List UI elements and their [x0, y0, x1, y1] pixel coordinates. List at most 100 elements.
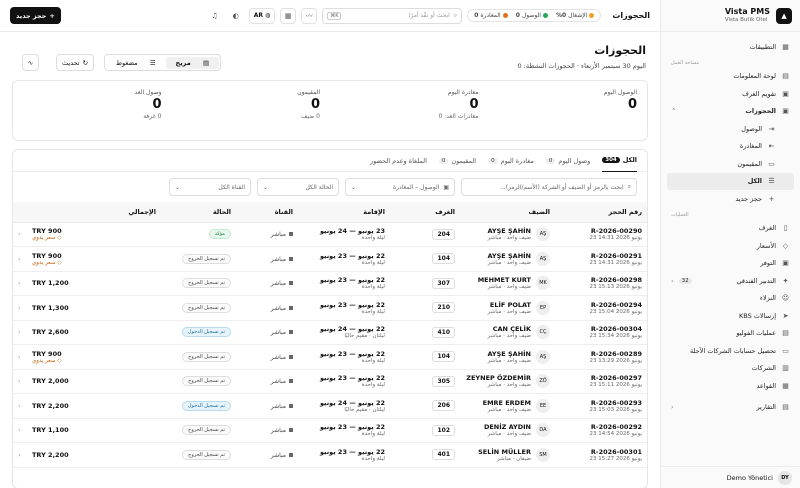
row-chevron-icon[interactable]: ‹ — [13, 271, 27, 296]
sidebar-item-departures[interactable]: ⇤ المغادرة — [667, 138, 794, 156]
col-rooms[interactable]: الغرف — [390, 202, 460, 223]
view-compact-button[interactable]: ☰ مضغوط — [106, 57, 166, 69]
cell-room: 305 — [390, 369, 460, 394]
sidebar-item-rates[interactable]: ◇ الأسعار — [667, 237, 794, 255]
row-chevron-icon[interactable]: ‹ — [13, 418, 27, 443]
col-channel[interactable]: القناة — [236, 202, 298, 223]
sidebar-item-guests[interactable]: ☺ النزلاء — [667, 290, 794, 308]
table-row[interactable]: R-2026-00301 23 يونيو 2026 15:27 SM SELİN … — [13, 442, 647, 468]
channel-square-icon — [289, 379, 293, 384]
table-row[interactable]: R-2026-00291 23 يونيو 2026 14:31 AŞ AYŞE Ş… — [13, 246, 647, 272]
col-actions — [13, 202, 27, 223]
tab-departures-today[interactable]: مغادرة اليوم 0 — [488, 150, 534, 172]
row-chevron-icon[interactable]: ‹ — [13, 442, 27, 468]
table-row[interactable]: R-2026-00294 23 يونيو 2026 15:04 EP ELİF P… — [13, 295, 647, 321]
globe-icon: ◍ — [264, 12, 271, 19]
apps-button[interactable]: ▦ — [280, 7, 297, 24]
sidebar-item-availability[interactable]: ▣ التوفر — [667, 255, 794, 273]
row-chevron-icon[interactable]: ‹ — [13, 295, 27, 321]
sidebar-item-reservations[interactable]: ▣ الحجوزات ⌃ — [667, 103, 794, 121]
col-stay[interactable]: الإقامة — [298, 202, 390, 223]
cell-guest: EE EMRE ERDEM ضيف واحد · مباشر — [460, 393, 555, 419]
theme-button[interactable]: ◐ — [228, 8, 244, 24]
sidebar-item-arrivals[interactable]: ⇥ الوصول — [667, 120, 794, 138]
sidebar-item-apps[interactable]: ▦ التطبيقات — [667, 38, 794, 56]
refresh-button[interactable]: ↻ تحديث — [56, 54, 95, 71]
main-content: الحجوزات اليوم 30 سبتمبر الأربعاء · الحج… — [0, 32, 660, 488]
table-row[interactable]: R-2026-00290 23 يونيو 2026 14:31 AŞ AYŞE Ş… — [13, 222, 647, 247]
reservation-search-input[interactable]: ⌕ ابحث بالرمز أو الضيف أو الشركة (الأسم/ا… — [461, 178, 637, 196]
user-menu[interactable]: DY Demo Yönetici — [660, 466, 800, 488]
col-guest[interactable]: الضيف — [460, 202, 555, 223]
search-input[interactable]: ابحث أو نفّذ أمرًا — [345, 12, 450, 19]
rules-icon: ▦ — [782, 381, 789, 390]
table-row[interactable]: R-2026-00293 23 يونيو 2026 15:03 EE EMRE E… — [13, 393, 647, 419]
calendar-icon: ▣ — [443, 183, 449, 191]
search-icon: ⌕ — [453, 11, 458, 19]
brand-name: Vista PMS — [724, 7, 770, 17]
col-status[interactable]: الحالة — [161, 202, 236, 223]
col-code[interactable]: رقم الحجز — [555, 202, 647, 223]
guest-avatar: DA — [536, 423, 550, 438]
sidebar-item-rules[interactable]: ▦ القواعد — [667, 377, 794, 395]
status-filter[interactable]: الحالة الكل ⌄ — [257, 178, 339, 196]
cell-guest: DA DENİZ AYDIN ضيف واحد · مباشر — [460, 418, 555, 443]
row-chevron-icon[interactable]: ‹ — [13, 344, 27, 370]
table-row[interactable]: R-2026-00292 23 يونيو 2026 14:54 DA DENİZ … — [13, 418, 647, 443]
sidebar-item-in-house[interactable]: ▭ المقيمون — [667, 155, 794, 173]
channel-square-icon — [289, 281, 293, 286]
palette-icon: ◐ — [232, 11, 239, 20]
date-range-filter[interactable]: ▣ الوصول – المغادرة ⌄ — [345, 178, 455, 196]
sidebar-item-ar-collection[interactable]: ▭ تحصيل حسابات الشركات الآجلة — [667, 342, 794, 360]
cell-stay: 22 يونيو — 23 يونيو ليلة واحدة — [298, 344, 390, 370]
activity-button[interactable]: ∿ — [22, 54, 39, 71]
sidebar-item-dashboard[interactable]: ▤ لوحة المعلومات — [667, 68, 794, 86]
page-title: الحجوزات — [594, 44, 646, 57]
sidebar-item-folio[interactable]: ▤ عمليات الفوليو — [667, 325, 794, 343]
chevron-up-icon: ⌃ — [671, 107, 677, 116]
col-total[interactable]: الإجمالي — [27, 202, 161, 223]
stat-occupancy: الإشغال 0% — [556, 12, 595, 19]
sidebar-item-room-calendar[interactable]: ▣ تقويم الغرف — [667, 85, 794, 103]
guest-avatar: AŞ — [536, 227, 550, 242]
cell-guest: AŞ AYŞE ŞAHİN ضيف واحد · مباشر — [460, 344, 555, 370]
channel-filter[interactable]: القناة الكل ⌄ — [169, 178, 251, 196]
sidebar-item-rooms[interactable]: ▯ الغرف — [667, 220, 794, 238]
row-chevron-icon[interactable]: ‹ — [13, 393, 27, 419]
sidebar-item-new-booking[interactable]: + حجز جديد — [667, 190, 794, 208]
table-row[interactable]: R-2026-00289 23 يونيو 2026 13:29 AŞ AYŞE Ş… — [13, 344, 647, 370]
tab-cancelled-noshow[interactable]: الملغاة وعدم الحضور — [370, 150, 427, 172]
view-wide-button[interactable]: ▤ مريح — [165, 56, 220, 69]
sidebar-item-kbs[interactable]: ➤ إرسالات KBS — [667, 307, 794, 325]
language-switch[interactable]: ◍ AR — [248, 7, 276, 24]
command-search[interactable]: ⌕ ابحث أو نفّذ أمرًا ⌘K — [322, 7, 463, 24]
chevron-down-icon: ⌄ — [263, 183, 269, 191]
plus-icon: + — [768, 194, 775, 203]
list-icon: ☰ — [768, 177, 775, 186]
notifications-button[interactable]: ♫ — [207, 8, 223, 24]
new-booking-button[interactable]: + حجز جديد — [10, 7, 61, 24]
cell-guest: MK MEHMET KURT ضيف واحد · مباشر — [460, 271, 555, 296]
row-chevron-icon[interactable]: ‹ — [13, 369, 27, 394]
table-row[interactable]: R-2026-00304 23 يونيو 2026 15:34 CÇ CAN ÇE… — [13, 320, 647, 345]
page-header: الحجوزات اليوم 30 سبتمبر الأربعاء · الحج… — [12, 32, 648, 80]
sidebar-item-companies[interactable]: ▥ الشركات — [667, 360, 794, 378]
room-chip: 102 — [432, 424, 455, 436]
tab-in-house[interactable]: المقيمون 0 — [438, 150, 476, 172]
sidebar-item-reports[interactable]: ▤ التقارير ‹ — [667, 399, 794, 417]
sidebar-item-housekeeping[interactable]: ✦ التدبير الفندقي 32 ‹ — [667, 272, 794, 290]
row-chevron-icon[interactable]: ‹ — [13, 320, 27, 345]
cell-stay: 22 يونيو — 24 يونيو ليلتان · مقيم حاليًا — [298, 393, 390, 419]
calendar-icon: ▣ — [782, 89, 789, 98]
cell-code: R-2026-00301 23 يونيو 2026 15:27 — [555, 442, 647, 468]
tab-all[interactable]: الكل 304 — [602, 150, 637, 172]
activity-button[interactable]: 〰 — [301, 7, 318, 24]
table-row[interactable]: R-2026-00297 23 يونيو 2026 15:11 ZÖ ZEYNEP… — [13, 369, 647, 394]
row-chevron-icon[interactable]: ‹ — [13, 222, 27, 247]
channel-square-icon — [289, 428, 293, 433]
table-row[interactable]: R-2026-00298 23 يونيو 2026 15:13 MK MEHMET… — [13, 271, 647, 296]
cell-channel: مباشر — [236, 320, 298, 345]
row-chevron-icon[interactable]: ‹ — [13, 246, 27, 272]
sidebar-item-all[interactable]: ☰ الكل — [667, 172, 794, 190]
tab-arrivals-today[interactable]: وصول اليوم 0 — [545, 150, 590, 172]
